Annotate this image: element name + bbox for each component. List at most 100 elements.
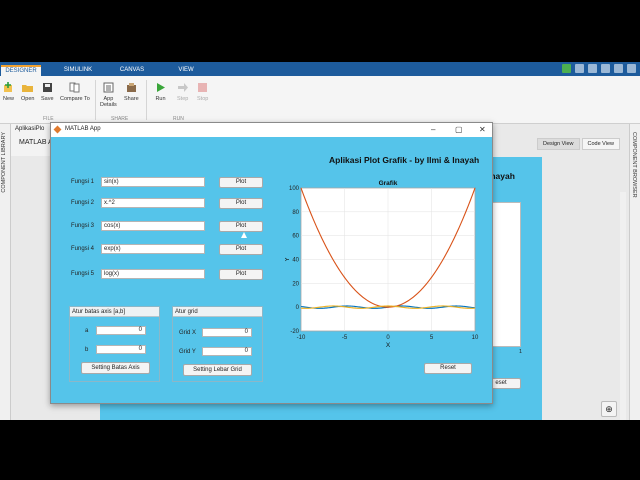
new-icon bbox=[4, 82, 12, 92]
axis-b-input[interactable]: 0 bbox=[96, 345, 146, 354]
vertical-scrollbar[interactable] bbox=[620, 192, 626, 420]
grid-x-input[interactable]: 0 bbox=[202, 328, 252, 337]
grid-panel: Atur grid Grid X 0 Grid Y 0 Setting Leba… bbox=[172, 306, 263, 382]
toolbar-icon[interactable] bbox=[601, 64, 610, 73]
run-button[interactable]: Run bbox=[155, 82, 166, 102]
matlab-logo-icon bbox=[53, 125, 62, 134]
folder-icon bbox=[22, 85, 34, 92]
x-tick-label: 10 bbox=[472, 335, 479, 341]
x-axis-label: X bbox=[386, 342, 391, 349]
step-button[interactable]: Step bbox=[177, 82, 188, 102]
function-5-label: Fungsi 5 bbox=[71, 271, 95, 277]
function-2-input[interactable]: x.^2 bbox=[101, 198, 205, 208]
maximize-icon[interactable]: ▢ bbox=[455, 125, 463, 134]
view-switcher: Design View Code View bbox=[537, 138, 620, 150]
axis-limits-panel: Atur batas axis [a,b] a 0 b 0 Setting Ba… bbox=[69, 306, 160, 382]
compare-button[interactable]: Compare To bbox=[60, 82, 90, 102]
open-button[interactable]: Open bbox=[21, 82, 34, 102]
mouse-cursor-icon bbox=[241, 232, 247, 238]
axis-panel-title: Atur batas axis [a,b] bbox=[70, 307, 159, 317]
app-window-title: MATLAB App bbox=[65, 126, 101, 132]
plot-button-3[interactable]: Plot bbox=[219, 221, 263, 232]
toolbar-icon[interactable] bbox=[588, 64, 597, 73]
matlab-app-designer-screen: DESIGNER SIMULINK CANVAS VIEW New Open S… bbox=[0, 62, 640, 420]
plot-button-2[interactable]: Plot bbox=[219, 198, 263, 209]
y-tick-label: 40 bbox=[292, 258, 299, 264]
app-details-button[interactable]: App Details bbox=[100, 82, 117, 108]
step-icon bbox=[178, 83, 189, 92]
tab-canvas[interactable]: CANVAS bbox=[112, 65, 152, 76]
y-tick-label: 20 bbox=[292, 281, 299, 287]
x-tick-label: 5 bbox=[430, 335, 434, 341]
grid-x-label: Grid X bbox=[179, 330, 197, 336]
function-4-input[interactable]: exp(x) bbox=[101, 244, 205, 254]
plot-button-1[interactable]: Plot bbox=[219, 177, 263, 188]
component-library-sidebar[interactable]: COMPONENT LIBRARY bbox=[0, 124, 11, 420]
ribbon-tab-strip: DESIGNER SIMULINK CANVAS VIEW bbox=[0, 62, 640, 76]
divider bbox=[146, 80, 147, 120]
component-browser-sidebar[interactable]: COMPONENT BROWSER bbox=[629, 124, 640, 420]
set-axis-limits-button[interactable]: Setting Batas Axis bbox=[81, 362, 150, 374]
save-label: Save bbox=[41, 96, 54, 102]
tab-designer[interactable]: DESIGNER bbox=[1, 65, 41, 76]
new-label: New bbox=[3, 96, 15, 102]
step-label: Step bbox=[177, 96, 189, 102]
plot-button-4[interactable]: Plot bbox=[219, 244, 263, 255]
stop-button[interactable]: Stop bbox=[197, 82, 208, 102]
app-heading: Aplikasi Plot Grafik - by Ilmi & Inayah bbox=[329, 155, 480, 165]
function-2-label: Fungsi 2 bbox=[71, 200, 95, 206]
designer-tick-label: 1 bbox=[519, 349, 523, 355]
toolstrip: New Open Save Compare To App Details Sha… bbox=[0, 76, 640, 124]
run-label: Run bbox=[155, 96, 166, 102]
toolbar-icon[interactable] bbox=[614, 64, 623, 73]
close-icon[interactable]: ✕ bbox=[479, 125, 486, 134]
x-tick-label: -10 bbox=[297, 335, 306, 341]
axis-a-label: a bbox=[85, 328, 89, 334]
x-tick-label: -5 bbox=[342, 335, 348, 341]
minimize-icon[interactable]: – bbox=[431, 125, 435, 134]
axis-b-label: b bbox=[85, 347, 89, 353]
app-title-bar[interactable]: MATLAB App – ▢ ✕ bbox=[51, 123, 492, 137]
stop-label: Stop bbox=[197, 96, 209, 102]
run-quick-icon[interactable] bbox=[562, 64, 571, 73]
zoom-icon[interactable]: ⊕ bbox=[601, 401, 617, 417]
compare-icon bbox=[69, 82, 80, 93]
save-button[interactable]: Save bbox=[41, 82, 54, 102]
app-details-label-2: Details bbox=[100, 102, 117, 108]
design-view-button[interactable]: Design View bbox=[537, 138, 580, 150]
component-library-label: COMPONENT LIBRARY bbox=[1, 132, 7, 193]
play-icon bbox=[157, 83, 165, 92]
toolbar-icon[interactable] bbox=[627, 64, 636, 73]
reset-button[interactable]: Reset bbox=[424, 363, 472, 374]
tab-simulink[interactable]: SIMULINK bbox=[58, 65, 98, 76]
function-1-label: Fungsi 1 bbox=[71, 179, 95, 185]
grid-y-input[interactable]: 0 bbox=[202, 347, 252, 356]
quick-access-toolbar bbox=[562, 64, 636, 74]
doc-heading: MATLAB A bbox=[19, 139, 53, 146]
function-4-label: Fungsi 4 bbox=[71, 246, 95, 252]
toolbar-icon[interactable] bbox=[575, 64, 584, 73]
function-3-input[interactable]: cos(x) bbox=[101, 221, 205, 231]
grid-y-label: Grid Y bbox=[179, 349, 196, 355]
y-tick-label: 80 bbox=[292, 210, 299, 216]
new-button[interactable]: New bbox=[3, 82, 14, 102]
function-5-input[interactable]: log(x) bbox=[101, 269, 205, 279]
code-view-button[interactable]: Code View bbox=[581, 138, 620, 150]
stop-icon bbox=[198, 83, 208, 92]
y-tick-label: 60 bbox=[292, 234, 299, 240]
x-tick-label: 0 bbox=[386, 335, 390, 341]
function-1-input[interactable]: sin(x) bbox=[101, 177, 205, 187]
y-tick-label: 0 bbox=[296, 305, 300, 311]
function-3-label: Fungsi 3 bbox=[71, 223, 95, 229]
plot-axes[interactable]: -10 -5 0 5 10 -20 0 20 40 60 80 100 Grafik X Y bbox=[285, 175, 485, 351]
designer-axes-partial[interactable] bbox=[491, 202, 521, 347]
compare-label: Compare To bbox=[60, 96, 90, 102]
y-axis-label: Y bbox=[285, 257, 291, 262]
share-button[interactable]: Share bbox=[124, 82, 139, 102]
plot-button-5[interactable]: Plot bbox=[219, 269, 263, 280]
tab-view[interactable]: VIEW bbox=[166, 65, 206, 76]
details-icon bbox=[103, 82, 114, 93]
axis-a-input[interactable]: 0 bbox=[96, 326, 146, 335]
doc-tab-aplikasiplot[interactable]: AplikasiPlo bbox=[15, 126, 44, 132]
set-grid-width-button[interactable]: Setting Lebar Grid bbox=[183, 364, 252, 376]
